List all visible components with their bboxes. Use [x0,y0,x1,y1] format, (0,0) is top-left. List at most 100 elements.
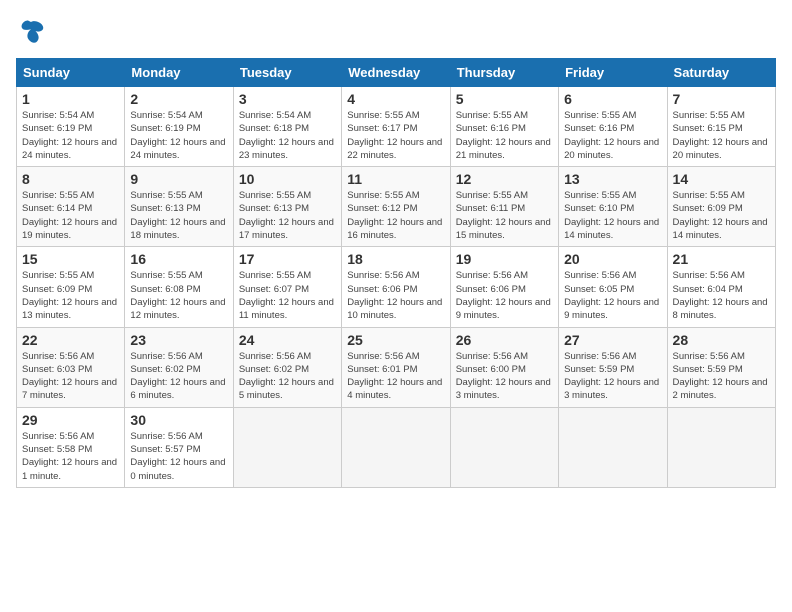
calendar-cell: 26 Sunrise: 5:56 AMSunset: 6:00 PMDayligh… [450,327,558,407]
day-detail: Sunrise: 5:55 AMSunset: 6:15 PMDaylight:… [673,109,770,162]
week-row-5: 29 Sunrise: 5:56 AMSunset: 5:58 PMDayligh… [17,407,776,487]
week-row-4: 22 Sunrise: 5:56 AMSunset: 6:03 PMDayligh… [17,327,776,407]
day-number: 27 [564,332,661,348]
calendar-cell: 16Sunrise: 5:55 AMSunset: 6:08 PMDayligh… [125,247,233,327]
logo [16,16,50,46]
calendar-cell: 23 Sunrise: 5:56 AMSunset: 6:02 PMDayligh… [125,327,233,407]
day-number: 10 [239,171,336,187]
day-number: 9 [130,171,227,187]
page-header [16,16,776,46]
calendar-cell [559,407,667,487]
calendar-cell: 10 Sunrise: 5:55 AMSunset: 6:13 PMDayligh… [233,167,341,247]
day-detail: Sunrise: 5:56 AMSunset: 6:02 PMDaylight:… [239,350,336,403]
column-header-sunday: Sunday [17,59,125,87]
day-number: 6 [564,91,661,107]
day-detail: Sunrise: 5:55 AMSunset: 6:13 PMDaylight:… [130,189,227,242]
calendar-cell [342,407,450,487]
calendar-table: SundayMondayTuesdayWednesdayThursdayFrid… [16,58,776,488]
calendar-cell: 25 Sunrise: 5:56 AMSunset: 6:01 PMDayligh… [342,327,450,407]
calendar-cell: 3 Sunrise: 5:54 AMSunset: 6:18 PMDaylight… [233,87,341,167]
day-number: 12 [456,171,553,187]
calendar-cell: 7 Sunrise: 5:55 AMSunset: 6:15 PMDaylight… [667,87,775,167]
calendar-cell: 15 Sunrise: 5:55 AMSunset: 6:09 PMDayligh… [17,247,125,327]
calendar-cell: 18Sunrise: 5:56 AMSunset: 6:06 PMDayligh… [342,247,450,327]
calendar-cell: 9 Sunrise: 5:55 AMSunset: 6:13 PMDaylight… [125,167,233,247]
calendar-cell: 17 Sunrise: 5:55 AMSunset: 6:07 PMDayligh… [233,247,341,327]
day-number: 29 [22,412,119,428]
calendar-cell: 2Sunrise: 5:54 AMSunset: 6:19 PMDaylight… [125,87,233,167]
calendar-cell: 29 Sunrise: 5:56 AMSunset: 5:58 PMDayligh… [17,407,125,487]
calendar-header-row: SundayMondayTuesdayWednesdayThursdayFrid… [17,59,776,87]
day-detail: Sunrise: 5:55 AMSunset: 6:07 PMDaylight:… [239,269,336,322]
calendar-cell: 30Sunrise: 5:56 AMSunset: 5:57 PMDayligh… [125,407,233,487]
week-row-1: 1 Sunrise: 5:54 AMSunset: 6:19 PMDaylight… [17,87,776,167]
day-detail: Sunrise: 5:55 AMSunset: 6:13 PMDaylight:… [239,189,336,242]
week-row-3: 15 Sunrise: 5:55 AMSunset: 6:09 PMDayligh… [17,247,776,327]
day-number: 8 [22,171,119,187]
calendar-cell: 21 Sunrise: 5:56 AMSunset: 6:04 PMDayligh… [667,247,775,327]
calendar-cell: 27 Sunrise: 5:56 AMSunset: 5:59 PMDayligh… [559,327,667,407]
calendar-cell [233,407,341,487]
calendar-cell [450,407,558,487]
day-detail: Sunrise: 5:55 AMSunset: 6:16 PMDaylight:… [456,109,553,162]
day-number: 3 [239,91,336,107]
day-detail: Sunrise: 5:56 AMSunset: 6:05 PMDaylight:… [564,269,661,322]
day-number: 26 [456,332,553,348]
logo-icon [16,16,46,46]
day-detail: Sunrise: 5:56 AMSunset: 6:06 PMDaylight:… [347,269,444,322]
day-number: 21 [673,251,770,267]
column-header-tuesday: Tuesday [233,59,341,87]
day-detail: Sunrise: 5:55 AMSunset: 6:11 PMDaylight:… [456,189,553,242]
calendar-cell: 4 Sunrise: 5:55 AMSunset: 6:17 PMDaylight… [342,87,450,167]
calendar-cell: 22 Sunrise: 5:56 AMSunset: 6:03 PMDayligh… [17,327,125,407]
day-detail: Sunrise: 5:56 AMSunset: 6:00 PMDaylight:… [456,350,553,403]
calendar-cell: 19 Sunrise: 5:56 AMSunset: 6:06 PMDayligh… [450,247,558,327]
calendar-cell: 28Sunrise: 5:56 AMSunset: 5:59 PMDayligh… [667,327,775,407]
day-number: 22 [22,332,119,348]
column-header-friday: Friday [559,59,667,87]
day-number: 14 [673,171,770,187]
day-number: 5 [456,91,553,107]
day-detail: Sunrise: 5:56 AMSunset: 5:59 PMDaylight:… [564,350,661,403]
day-detail: Sunrise: 5:54 AMSunset: 6:18 PMDaylight:… [239,109,336,162]
calendar-cell: 12 Sunrise: 5:55 AMSunset: 6:11 PMDayligh… [450,167,558,247]
day-number: 24 [239,332,336,348]
calendar-cell: 20 Sunrise: 5:56 AMSunset: 6:05 PMDayligh… [559,247,667,327]
day-number: 7 [673,91,770,107]
day-detail: Sunrise: 5:56 AMSunset: 6:06 PMDaylight:… [456,269,553,322]
day-number: 20 [564,251,661,267]
day-detail: Sunrise: 5:56 AMSunset: 6:02 PMDaylight:… [130,350,227,403]
day-detail: Sunrise: 5:55 AMSunset: 6:10 PMDaylight:… [564,189,661,242]
day-number: 15 [22,251,119,267]
day-detail: Sunrise: 5:55 AMSunset: 6:09 PMDaylight:… [673,189,770,242]
day-number: 17 [239,251,336,267]
day-number: 23 [130,332,227,348]
day-number: 25 [347,332,444,348]
day-detail: Sunrise: 5:56 AMSunset: 6:04 PMDaylight:… [673,269,770,322]
day-detail: Sunrise: 5:55 AMSunset: 6:16 PMDaylight:… [564,109,661,162]
day-detail: Sunrise: 5:55 AMSunset: 6:09 PMDaylight:… [22,269,119,322]
week-row-2: 8Sunrise: 5:55 AMSunset: 6:14 PMDaylight… [17,167,776,247]
calendar-cell: 24 Sunrise: 5:56 AMSunset: 6:02 PMDayligh… [233,327,341,407]
day-number: 16 [130,251,227,267]
calendar-cell: 11Sunrise: 5:55 AMSunset: 6:12 PMDayligh… [342,167,450,247]
day-detail: Sunrise: 5:56 AMSunset: 6:03 PMDaylight:… [22,350,119,403]
day-number: 28 [673,332,770,348]
calendar-cell: 13 Sunrise: 5:55 AMSunset: 6:10 PMDayligh… [559,167,667,247]
day-number: 19 [456,251,553,267]
calendar-cell: 6 Sunrise: 5:55 AMSunset: 6:16 PMDaylight… [559,87,667,167]
day-detail: Sunrise: 5:55 AMSunset: 6:17 PMDaylight:… [347,109,444,162]
column-header-thursday: Thursday [450,59,558,87]
day-number: 13 [564,171,661,187]
calendar-cell: 8Sunrise: 5:55 AMSunset: 6:14 PMDaylight… [17,167,125,247]
calendar-cell: 14 Sunrise: 5:55 AMSunset: 6:09 PMDayligh… [667,167,775,247]
day-detail: Sunrise: 5:56 AMSunset: 6:01 PMDaylight:… [347,350,444,403]
day-detail: Sunrise: 5:54 AMSunset: 6:19 PMDaylight:… [22,109,119,162]
column-header-wednesday: Wednesday [342,59,450,87]
day-detail: Sunrise: 5:54 AMSunset: 6:19 PMDaylight:… [130,109,227,162]
day-number: 1 [22,91,119,107]
day-number: 4 [347,91,444,107]
day-detail: Sunrise: 5:56 AMSunset: 5:58 PMDaylight:… [22,430,119,483]
calendar-body: 1 Sunrise: 5:54 AMSunset: 6:19 PMDaylight… [17,87,776,488]
calendar-cell: 1 Sunrise: 5:54 AMSunset: 6:19 PMDaylight… [17,87,125,167]
